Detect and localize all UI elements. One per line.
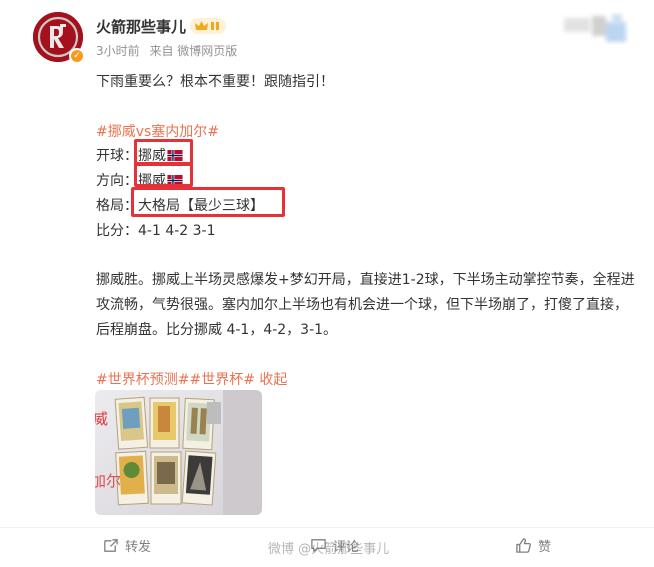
analysis-paragraph: 挪威胜。挪威上半场灵感爆发+梦幻开局，直接进1-2球，下半场主动掌控节奏，全程进… (96, 272, 635, 338)
kickoff-label: 开球： (96, 148, 138, 165)
post-meta: 3小时前 来自 微博网页版 (96, 42, 237, 59)
post-content: 下雨重要么？根本不重要！跟随指引！ #挪威vs塞内加尔# 开球：挪威 方向：挪威… (96, 70, 636, 392)
post-source: 来自 微博网页版 (149, 44, 238, 58)
pattern-label: 格局： (96, 197, 138, 214)
pattern-value: 大格局【最少三球】 (138, 197, 264, 214)
direction-value: 挪威 (138, 173, 166, 190)
repost-icon (104, 539, 118, 552)
pattern-row: 格局：大格局【最少三球】 (96, 194, 636, 219)
tags-row: #世界杯预测##世界杯# 收起 (96, 368, 636, 393)
kickoff-value: 挪威 (138, 148, 166, 165)
like-icon (516, 538, 531, 553)
norway-flag-icon (167, 175, 183, 187)
weibo-post-card: ✓ 火箭那些事儿 3小时前 来自 微博网页版 下雨重要么？根本不重要！跟随指引！… (0, 0, 654, 567)
repost-label: 转发 (125, 540, 152, 555)
image-overlay-text-2: 加尔 (95, 472, 121, 490)
like-button[interactable]: 赞 (515, 536, 551, 555)
score-value: 4-1 4-2 3-1 (138, 222, 216, 239)
match-topic-link[interactable]: #挪威vs塞内加尔# (96, 120, 636, 145)
repost-button[interactable]: 转发 (102, 536, 151, 555)
tarot-cards-image[interactable]: 威 加尔 (95, 390, 262, 515)
post-intro: 下雨重要么？根本不重要！跟随指引！ (96, 74, 334, 90)
score-label: 比分： (96, 222, 138, 239)
follow-button[interactable] (556, 12, 636, 48)
image-overlay-text-1: 威 (95, 410, 108, 428)
score-row: 比分：4-1 4-2 3-1 (96, 219, 636, 244)
weibo-watermark: 微博 @火箭那些事儿 (268, 542, 390, 557)
username[interactable]: 火箭那些事儿 (96, 16, 186, 37)
post-time[interactable]: 3小时前 (96, 44, 140, 58)
direction-label: 方向： (96, 173, 138, 190)
kickoff-row: 开球：挪威 (96, 144, 636, 169)
like-label: 赞 (538, 540, 552, 555)
direction-row: 方向：挪威 (96, 169, 636, 194)
hashtag-links[interactable]: #世界杯预测##世界杯# (96, 372, 255, 388)
crown-badge-icon[interactable] (190, 17, 226, 35)
verified-badge-icon: ✓ (69, 48, 85, 64)
norway-flag-icon (167, 150, 183, 162)
collapse-link[interactable]: 收起 (259, 372, 287, 388)
